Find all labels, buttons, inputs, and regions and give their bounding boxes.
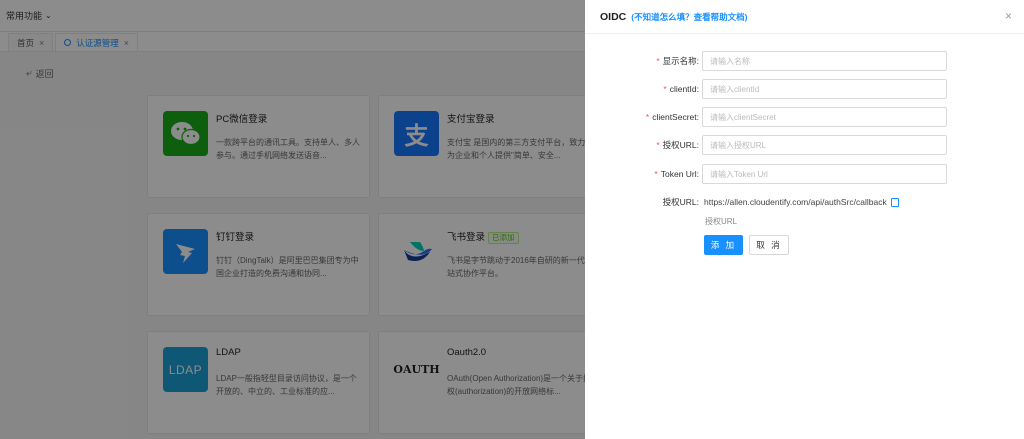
required-mark: *: [645, 112, 650, 122]
field-label-text: 授权URL:: [662, 140, 699, 150]
form-row-auth-url: * 授权URL: 请输入授权URL: [585, 135, 947, 155]
drawer-mask[interactable]: [0, 0, 585, 439]
help-doc-link[interactable]: (不知道怎么填？查看帮助文档): [631, 11, 747, 23]
required-mark: *: [656, 56, 660, 66]
callback-url-text: https://allen.cloudentify.com/api/authSr…: [704, 196, 887, 207]
callback-hint: 授权URL: [705, 217, 738, 226]
field-label-text: clientSecret:: [652, 112, 699, 122]
drawer-header: OIDC (不知道怎么填？查看帮助文档) ×: [585, 0, 1024, 34]
client-secret-input[interactable]: 请输入clientSecret: [702, 107, 947, 127]
form-row-display-name: * 显示名称: 请输入名称: [585, 51, 947, 71]
form-row-client-id: * clientId: 请输入clientId: [585, 79, 947, 99]
token-url-input[interactable]: 请输入Token Url: [702, 164, 947, 184]
field-label-text: 显示名称:: [662, 56, 699, 66]
drawer-title: OIDC: [600, 10, 627, 23]
field-label: * clientSecret:: [585, 112, 702, 122]
display-name-input[interactable]: 请输入名称: [702, 51, 947, 71]
close-icon[interactable]: ×: [1005, 9, 1012, 23]
auth-url-input[interactable]: 请输入授权URL: [702, 135, 947, 155]
field-label-text: Token Url:: [660, 169, 699, 179]
required-mark: *: [656, 140, 660, 150]
field-label: * 显示名称:: [585, 55, 702, 67]
callback-url-value: https://allen.cloudentify.com/api/authSr…: [702, 196, 899, 208]
client-id-input[interactable]: 请输入clientId: [702, 79, 947, 99]
oidc-drawer: OIDC (不知道怎么填？查看帮助文档) × * 显示名称: 请输入名称 * cli…: [585, 0, 1024, 439]
cancel-button[interactable]: 取 消: [749, 235, 789, 255]
field-label-text: clientId:: [669, 84, 699, 94]
field-label: * 授权URL:: [585, 139, 702, 151]
form-row-callback-url: 授权URL: https://allen.cloudentify.com/api…: [585, 192, 899, 212]
copy-icon[interactable]: [890, 198, 899, 208]
add-button[interactable]: 添 加: [704, 235, 743, 255]
required-mark: *: [654, 169, 658, 179]
field-label: 授权URL:: [662, 197, 699, 207]
required-mark: *: [663, 84, 667, 94]
form-row-client-secret: * clientSecret: 请输入clientSecret: [585, 107, 947, 127]
field-label: * clientId:: [585, 84, 702, 94]
field-label: * Token Url:: [585, 169, 702, 179]
form-row-token-url: * Token Url: 请输入Token Url: [585, 164, 947, 184]
